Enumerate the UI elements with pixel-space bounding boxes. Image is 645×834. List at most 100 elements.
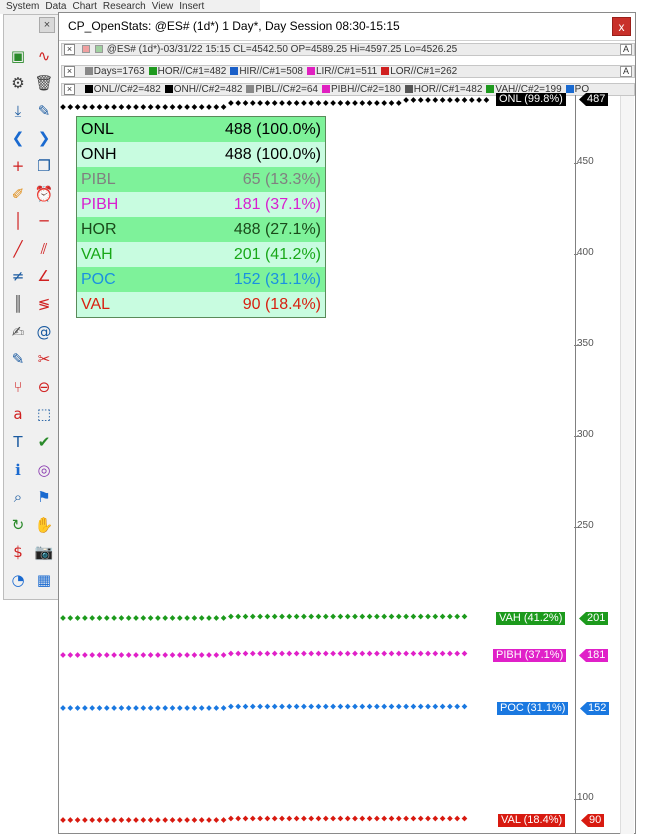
level-dot xyxy=(198,817,205,823)
level-dot xyxy=(103,615,110,621)
level-dot xyxy=(461,97,468,103)
level-dot xyxy=(257,815,263,822)
level-dot xyxy=(403,650,409,657)
level-dot xyxy=(118,615,125,621)
level-dot xyxy=(264,815,271,822)
level-dot xyxy=(125,104,132,110)
stats-label: VAH xyxy=(81,246,113,263)
level-dot xyxy=(228,650,234,657)
level-dot xyxy=(388,815,395,822)
level-dot xyxy=(366,100,373,106)
level-dot xyxy=(89,104,96,110)
level-dot xyxy=(315,650,322,657)
level-dot xyxy=(432,703,439,710)
level-dot xyxy=(308,613,315,620)
level-dot xyxy=(322,613,329,620)
level-dot xyxy=(82,817,88,823)
level-dot xyxy=(176,705,183,711)
level-dot xyxy=(279,650,285,657)
stats-row: ONL 488 (100.0%) xyxy=(77,117,325,142)
level-dot xyxy=(155,817,161,823)
level-dot xyxy=(403,97,409,103)
level-dot xyxy=(184,104,190,110)
level-dot xyxy=(337,100,344,106)
level-dot xyxy=(125,615,132,621)
stats-row: VAL 90 (18.4%) xyxy=(77,292,325,317)
level-dot xyxy=(447,97,453,103)
level-dot xyxy=(322,703,329,710)
level-dot xyxy=(410,703,417,710)
level-dot xyxy=(374,650,380,657)
stats-label: VAL xyxy=(81,296,111,313)
level-dot xyxy=(330,100,336,106)
level-dot xyxy=(271,703,278,710)
level-dot xyxy=(352,613,358,620)
level-dot xyxy=(89,817,96,823)
level-dot xyxy=(228,815,234,822)
level-dot xyxy=(82,615,88,621)
level-dot xyxy=(381,613,388,620)
level-dot xyxy=(271,650,278,657)
level-dot xyxy=(191,652,198,658)
level-dot xyxy=(344,650,351,657)
level-dot xyxy=(118,104,125,110)
level-dot xyxy=(191,104,198,110)
level-dot xyxy=(242,100,249,106)
level-dot xyxy=(206,705,212,711)
level-dot xyxy=(249,613,256,620)
level-dot xyxy=(337,613,344,620)
level-dot xyxy=(133,705,139,711)
level-dot xyxy=(286,613,293,620)
level-dot xyxy=(162,705,169,711)
stats-label: HOR xyxy=(81,221,117,238)
level-dot xyxy=(359,815,366,822)
level-dot xyxy=(264,703,271,710)
level-label-poc: POC (31.1%) xyxy=(497,702,569,715)
level-dot xyxy=(330,613,336,620)
level-dot xyxy=(184,817,190,823)
level-dot xyxy=(169,652,176,658)
level-dot xyxy=(264,100,271,106)
level-dot xyxy=(454,815,461,822)
level-dot xyxy=(220,615,227,621)
level-dot xyxy=(140,705,147,711)
level-dot xyxy=(169,705,176,711)
level-dot xyxy=(461,703,468,710)
level-dot xyxy=(184,705,190,711)
level-dot xyxy=(169,104,176,110)
level-dot xyxy=(67,652,74,658)
level-dot xyxy=(403,703,409,710)
level-dot xyxy=(191,615,198,621)
level-dot xyxy=(439,650,446,657)
level-dot xyxy=(271,815,278,822)
level-dot xyxy=(264,613,271,620)
level-dot xyxy=(125,652,132,658)
level-dot xyxy=(118,705,125,711)
level-label-pibh: PIBH (37.1%) xyxy=(493,649,567,662)
level-dot xyxy=(439,703,446,710)
level-dot xyxy=(322,815,329,822)
level-dot xyxy=(176,652,183,658)
level-dot xyxy=(147,615,154,621)
level-dot xyxy=(374,100,380,106)
level-dot xyxy=(249,703,256,710)
level-dot xyxy=(60,104,66,110)
level-dot xyxy=(111,817,117,823)
level-dot xyxy=(162,817,169,823)
level-dot xyxy=(206,652,212,658)
level-dot xyxy=(337,703,344,710)
stats-label: POC xyxy=(81,271,116,288)
level-dot xyxy=(67,817,74,823)
level-dot xyxy=(476,97,482,103)
level-dot xyxy=(89,615,96,621)
level-dot xyxy=(447,613,453,620)
stats-row: POC 152 (31.1%) xyxy=(77,267,325,292)
level-line-poc xyxy=(60,703,468,711)
level-dot xyxy=(242,815,249,822)
level-dot xyxy=(461,815,468,822)
level-dot xyxy=(417,613,424,620)
level-dot xyxy=(308,815,315,822)
level-dot xyxy=(395,650,402,657)
level-dot xyxy=(388,703,395,710)
level-dot xyxy=(67,705,74,711)
